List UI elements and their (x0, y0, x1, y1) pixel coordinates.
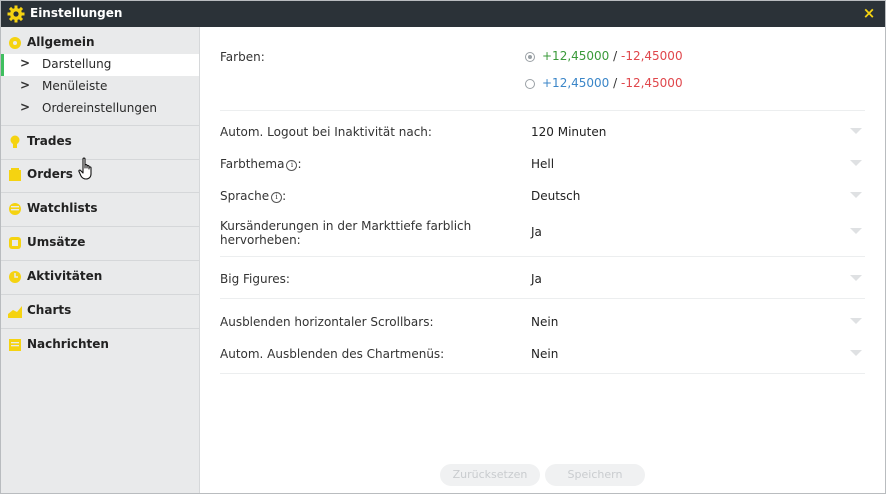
section-divider (220, 110, 865, 111)
color-scheme-option-2: +12,45000 / -12,45000 (542, 76, 683, 90)
charts-icon (8, 306, 22, 318)
chartmenu-select[interactable]: Nein (531, 347, 558, 361)
settings-content: Farben: +12,45000 / -12,45000 +12,45000 … (200, 27, 885, 493)
scrollbars-label: Ausblenden horizontaler Scrollbars: (220, 315, 434, 329)
value-separator: / (609, 76, 621, 90)
dropdown-arrow-icon[interactable] (850, 192, 862, 198)
color-scheme-radio-green-red[interactable] (525, 52, 535, 62)
sidebar-category-orders[interactable]: Orders (1, 159, 199, 193)
farben-label: Farben: (220, 50, 265, 64)
section-divider (220, 298, 865, 299)
language-select[interactable]: Deutsch (531, 189, 580, 203)
sidebar-category-charts[interactable]: Charts (1, 295, 199, 329)
chartmenu-label: Autom. Ausblenden des Chartmenüs: (220, 347, 445, 361)
theme-label: Farbthema i: (220, 157, 302, 171)
sidebar-item-label: Ordereinstellungen (42, 101, 157, 115)
color-scheme-radio-blue-red[interactable] (525, 79, 535, 89)
settings-icon (9, 37, 21, 49)
sidebar-category-label: Umsätze (27, 235, 86, 249)
sidebar-item-label: Menüleiste (42, 79, 108, 93)
trades-icon (10, 135, 20, 148)
chevron-right-icon: > (20, 100, 31, 114)
sidebar-category-nachrichten[interactable]: Nachrichten (1, 329, 199, 362)
umsaetze-icon (9, 237, 21, 249)
theme-select[interactable]: Hell (531, 157, 554, 171)
sidebar-category-label: Allgemein (27, 35, 95, 49)
color-scheme-option-1: +12,45000 / -12,45000 (542, 49, 683, 63)
chevron-right-icon: > (20, 78, 31, 92)
section-divider (220, 256, 865, 257)
sidebar-category-trades[interactable]: Trades (1, 125, 199, 160)
settings-sidebar: Allgemein > Darstellung > Menüleiste > O… (1, 27, 200, 493)
sidebar-item-darstellung[interactable]: > Darstellung (1, 54, 199, 76)
sidebar-item-label: Darstellung (42, 57, 112, 71)
info-icon[interactable]: i (286, 160, 298, 171)
sidebar-category-watchlists[interactable]: Watchlists (1, 193, 199, 227)
hand-cursor-icon (78, 157, 92, 180)
sidebar-category-aktivitaeten[interactable]: Aktivitäten (1, 261, 199, 295)
sidebar-category-label: Orders (27, 167, 73, 181)
negative-value: -12,45000 (620, 76, 683, 90)
nachrichten-icon (9, 339, 21, 351)
dropdown-arrow-icon[interactable] (850, 228, 862, 234)
sidebar-item-menueleiste[interactable]: > Menüleiste (1, 76, 199, 98)
info-icon[interactable]: i (271, 192, 283, 203)
value-separator: / (609, 49, 621, 63)
language-label: Sprache i: (220, 189, 287, 203)
dropdown-arrow-icon[interactable] (850, 160, 862, 166)
logout-label: Autom. Logout bei Inaktivität nach: (220, 125, 432, 139)
dropdown-arrow-icon[interactable] (850, 350, 862, 356)
save-button[interactable]: Speichern (545, 464, 645, 486)
close-button[interactable]: × (861, 4, 877, 22)
settings-dialog: Einstellungen × Allgemein > Darstellung … (0, 0, 886, 494)
negative-value: -12,45000 (620, 49, 683, 63)
chevron-right-icon: > (20, 56, 31, 70)
section-divider (220, 373, 865, 374)
reset-button[interactable]: Zurücksetzen (440, 464, 540, 486)
watchlists-icon (9, 203, 21, 215)
sidebar-category-label: Nachrichten (27, 337, 109, 351)
dropdown-arrow-icon[interactable] (850, 275, 862, 281)
positive-value: +12,45000 (542, 49, 610, 63)
big-figures-label: Big Figures: (220, 272, 290, 286)
sidebar-category-umsaetze[interactable]: Umsätze (1, 227, 199, 261)
market-depth-select[interactable]: Ja (531, 225, 542, 239)
scrollbars-select[interactable]: Nein (531, 315, 558, 329)
dropdown-arrow-icon[interactable] (850, 318, 862, 324)
orders-icon (9, 168, 21, 181)
aktivitaeten-icon (9, 271, 21, 283)
sidebar-item-ordereinstellungen[interactable]: > Ordereinstellungen (1, 98, 199, 120)
gear-icon (7, 5, 25, 23)
big-figures-select[interactable]: Ja (531, 272, 542, 286)
sidebar-category-label: Watchlists (27, 201, 98, 215)
market-depth-label: Kursänderungen in der Markttiefe farblic… (220, 219, 472, 247)
title-bar: Einstellungen × (1, 1, 885, 27)
sidebar-category-label: Charts (27, 303, 72, 317)
positive-value: +12,45000 (542, 76, 610, 90)
dialog-title: Einstellungen (30, 6, 123, 20)
dropdown-arrow-icon[interactable] (850, 128, 862, 134)
sidebar-category-label: Aktivitäten (27, 269, 103, 283)
sidebar-category-label: Trades (27, 134, 72, 148)
logout-select[interactable]: 120 Minuten (531, 125, 606, 139)
